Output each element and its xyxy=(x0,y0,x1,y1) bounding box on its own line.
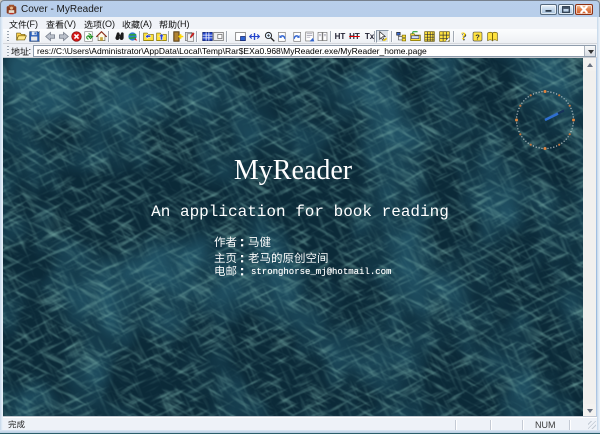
svg-text:?: ? xyxy=(461,32,466,42)
svg-text:?: ? xyxy=(475,32,480,41)
